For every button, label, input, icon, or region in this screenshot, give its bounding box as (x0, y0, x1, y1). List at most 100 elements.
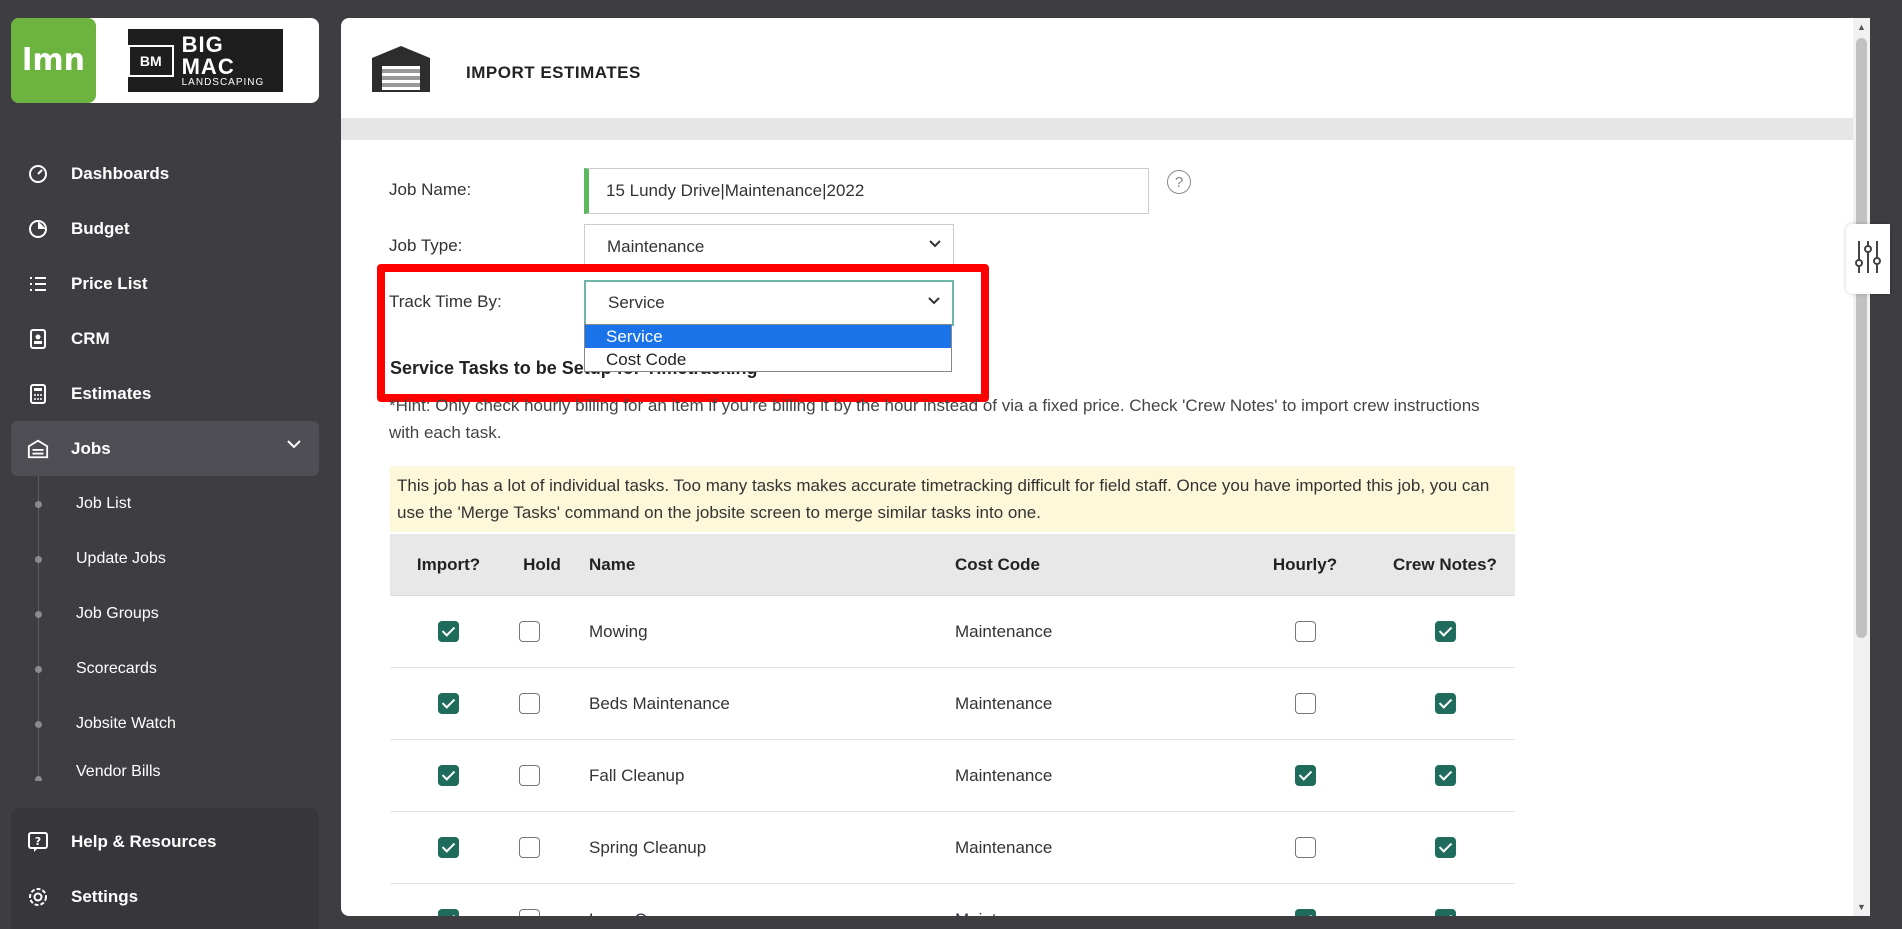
page-header: IMPORT ESTIMATES (341, 18, 1870, 118)
help-circle-icon[interactable]: ? (1167, 170, 1191, 194)
task-name: Fall Cleanup (589, 765, 685, 785)
job-name-input[interactable]: 15 Lundy Drive|Maintenance|2022 (584, 168, 1149, 214)
sidebar-item-jobs[interactable]: Jobs (11, 421, 319, 476)
cell-crew-notes (1375, 837, 1515, 858)
task-cost-code: Maintenance (955, 837, 1053, 857)
company-logo-small: LANDSCAPING (181, 76, 265, 88)
hold-checkbox[interactable] (519, 621, 540, 642)
import-checkbox[interactable] (438, 909, 459, 916)
import-checkbox[interactable] (438, 765, 459, 786)
cell-import (390, 621, 507, 642)
sidebar-item-label: Help & Resources (71, 831, 217, 851)
table-row: Beds Maintenance Maintenance (390, 668, 1515, 740)
job-name-label: Job Name: (389, 180, 472, 199)
cell-import (390, 837, 507, 858)
jobs-icon (27, 438, 49, 460)
contact-icon (27, 328, 49, 350)
sidebar-bottom: ? Help & Resources Settings (11, 808, 319, 929)
task-cost-code: Maintenance (955, 910, 1052, 917)
jobs-submenu: Job List Update Jobs Job Groups Scorecar… (11, 476, 319, 781)
sidebar-item-label: Dashboards (71, 163, 170, 183)
hold-checkbox[interactable] (519, 909, 540, 916)
cell-import (390, 693, 507, 714)
task-cost-code: Maintenance (955, 693, 1053, 713)
crew-notes-checkbox[interactable] (1434, 621, 1456, 642)
scrollbar-thumb[interactable] (1856, 38, 1867, 638)
tasks-table: Import? Hold Name Cost Code Hourly? Crew… (390, 534, 1515, 916)
cell-hold (507, 765, 577, 786)
crew-notes-checkbox[interactable] (1434, 765, 1456, 786)
sidebar-subitem-job-list[interactable]: Job List (11, 476, 319, 531)
import-checkbox[interactable] (438, 693, 459, 714)
col-hold: Hold (523, 554, 561, 574)
hourly-checkbox[interactable] (1294, 765, 1316, 786)
filter-settings-button[interactable] (1846, 224, 1890, 294)
sidebar-item-crm[interactable]: CRM (11, 311, 319, 366)
cell-name: Fall Cleanup (577, 766, 955, 786)
highlight-box (377, 264, 989, 402)
sidebar-item-dashboards[interactable]: Dashboards (11, 146, 319, 201)
sidebar-subitem-job-groups[interactable]: Job Groups (11, 586, 319, 641)
sidebar-item-budget[interactable]: Budget (11, 201, 319, 256)
import-checkbox[interactable] (438, 621, 459, 642)
task-cost-code: Maintenance (955, 765, 1053, 785)
col-name: Name (589, 554, 636, 574)
sidebar-item-help[interactable]: ? Help & Resources (11, 814, 319, 869)
cell-import (390, 909, 507, 916)
cell-hourly (1235, 765, 1375, 786)
col-hourly: Hourly? (1272, 554, 1338, 574)
sidebar-subitem-vendor-bills[interactable]: Vendor Bills (11, 751, 319, 781)
scroll-down-icon[interactable]: ▼ (1857, 902, 1866, 912)
cell-name: Lawn Care (577, 910, 955, 917)
sidebar-item-label: Budget (71, 218, 130, 238)
task-name: Lawn Care (589, 910, 671, 917)
company-logo: BM BIG MAC LANDSCAPING (128, 29, 283, 92)
hourly-checkbox[interactable] (1294, 621, 1316, 642)
header-divider (341, 118, 1870, 140)
import-checkbox[interactable] (438, 837, 459, 858)
sliders-icon (1853, 239, 1883, 280)
table-header: Import? Hold Name Cost Code Hourly? Crew… (390, 534, 1515, 596)
cell-hold (507, 837, 577, 858)
cell-name: Mowing (577, 622, 955, 642)
table-row: Fall Cleanup Maintenance (390, 740, 1515, 812)
help-icon: ? (27, 831, 49, 853)
col-cost-code: Cost Code (955, 554, 1040, 574)
sidebar-subitem-scorecards[interactable]: Scorecards (11, 641, 319, 696)
cell-cost-code: Maintenance (955, 910, 1235, 917)
hold-checkbox[interactable] (519, 693, 540, 714)
logo-box: lmn BM BIG MAC LANDSCAPING (11, 18, 319, 103)
scroll-up-icon[interactable]: ▲ (1857, 22, 1866, 32)
scrollbar[interactable]: ▲ ▼ (1853, 18, 1870, 916)
lmn-logo[interactable]: lmn (11, 18, 96, 103)
cell-cost-code: Maintenance (955, 622, 1235, 642)
sidebar-subitem-update-jobs[interactable]: Update Jobs (11, 531, 319, 586)
sidebar: lmn BM BIG MAC LANDSCAPING Dashboards Bu… (0, 0, 330, 929)
cell-crew-notes (1375, 765, 1515, 786)
sidebar-item-settings[interactable]: Settings (11, 869, 319, 924)
crew-notes-checkbox[interactable] (1434, 837, 1456, 858)
sidebar-subitem-jobsite-watch[interactable]: Jobsite Watch (11, 696, 319, 751)
table-row: Mowing Maintenance (390, 596, 1515, 668)
sidebar-item-label: Price List (71, 273, 148, 293)
task-name: Beds Maintenance (589, 693, 730, 713)
sidebar-item-price-list[interactable]: Price List (11, 256, 319, 311)
task-cost-code: Maintenance (955, 621, 1053, 641)
sidebar-item-label: Estimates (71, 383, 152, 403)
table-row: Lawn Care Maintenance (390, 884, 1515, 916)
hold-checkbox[interactable] (519, 765, 540, 786)
cell-crew-notes (1375, 693, 1515, 714)
cell-hourly (1235, 693, 1375, 714)
hourly-checkbox[interactable] (1294, 837, 1316, 858)
job-type-value: Maintenance (607, 237, 705, 256)
crew-notes-checkbox[interactable] (1434, 693, 1456, 714)
col-import: Import? (416, 554, 481, 574)
sidebar-item-estimates[interactable]: Estimates (11, 366, 319, 421)
table-row: Spring Cleanup Maintenance (390, 812, 1515, 884)
sidebar-item-label: Settings (71, 886, 139, 906)
hourly-checkbox[interactable] (1294, 909, 1316, 916)
crew-notes-checkbox[interactable] (1434, 909, 1456, 916)
hold-checkbox[interactable] (519, 837, 540, 858)
chevron-down-icon[interactable] (285, 435, 303, 458)
hourly-checkbox[interactable] (1294, 693, 1316, 714)
